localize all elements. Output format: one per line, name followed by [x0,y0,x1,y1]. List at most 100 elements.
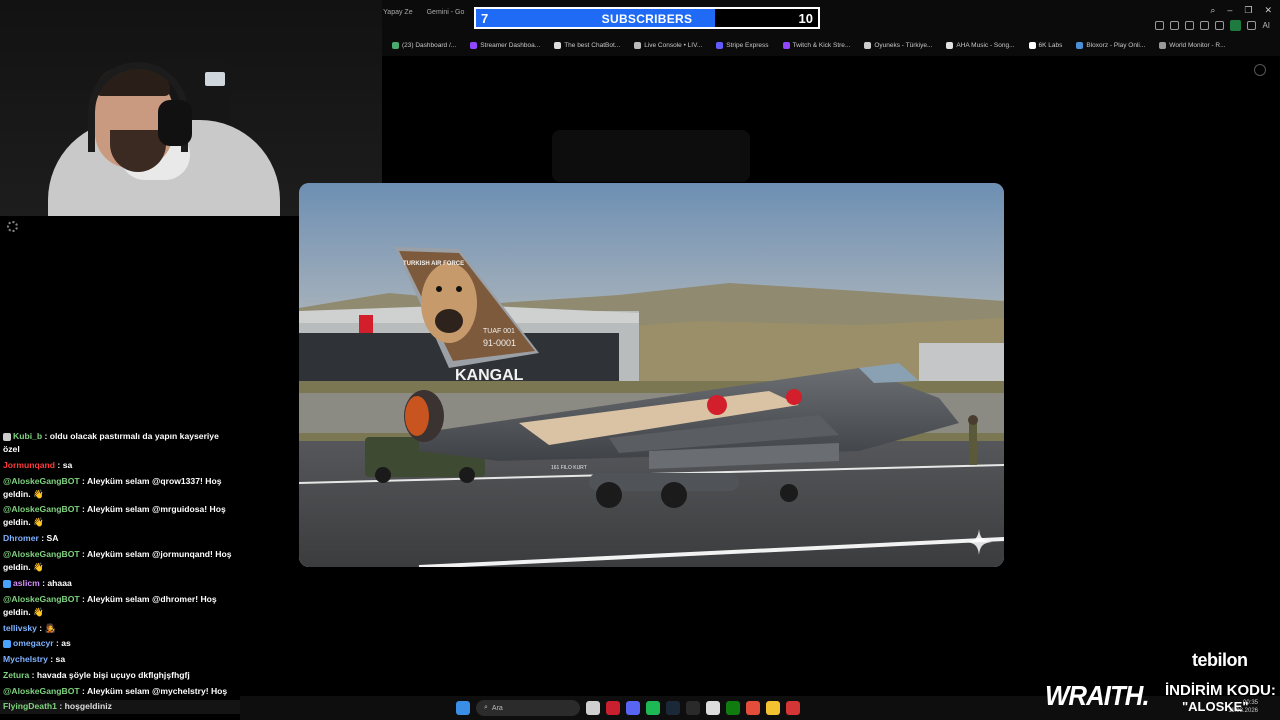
chat-username[interactable]: Kubi_b [13,431,42,441]
subscribers-target: 10 [798,11,813,26]
task-view-icon[interactable] [586,701,600,715]
chat-separator: : [79,475,87,486]
bookmark-label: (23) Dashboard /... [402,41,457,49]
chat-username[interactable]: aslicm [13,578,40,588]
chat-message: Jormunqand : sa [0,459,240,472]
chat-message: Dhromer : SA [0,532,240,545]
bookmark-icon [946,41,954,49]
bookmark-icon [634,41,642,49]
chat-username[interactable]: @AloskeGangBOT [3,686,80,696]
chat-separator: : [79,504,87,515]
squadron-text: 161 FILO KURT [551,465,587,471]
bookmark-item[interactable]: Bloxorz - Play Onli... [1076,41,1145,49]
minimize-icon[interactable]: – [1227,5,1232,16]
tail-code-2: 91-0001 [483,338,516,348]
discount-code: "ALOSKE" [1182,699,1249,714]
opera-icon[interactable] [606,701,620,715]
bookmark-label: Oyuneks - Türkiye... [874,41,933,49]
taskbar-icons: ⌕ Ara [456,700,800,716]
chat-username[interactable]: omegacyr [13,638,54,648]
spotify-icon[interactable] [646,701,660,715]
search-icon[interactable]: ⌕ [1210,5,1215,16]
chat-username: FlyingDeath1 [3,701,57,711]
app-red-icon[interactable] [786,701,800,715]
gear-icon[interactable] [7,221,18,232]
bookmark-item[interactable]: Streamer Dashboa... [470,41,541,49]
tail-text: TURKISH AIR FORCE [403,261,464,267]
discord-icon[interactable] [626,701,640,715]
chat-badge-icon [3,432,11,441]
bookmark-icon [1159,41,1167,49]
bookmark-icon [864,41,872,49]
close-icon[interactable]: ✕ [1264,5,1272,16]
zoom-icon[interactable] [1254,64,1266,76]
browser-tab[interactable]: Gemini - Go [427,9,465,16]
maximize-icon[interactable]: ❐ [1244,5,1252,16]
share-icon[interactable] [1170,21,1180,30]
taskbar-search[interactable]: ⌕ Ara [476,700,580,716]
chat-username[interactable]: Jormunqand [3,460,55,470]
bookmark-icon [716,41,724,49]
bookmark-item[interactable]: World Monitor - R... [1159,41,1226,49]
chat-username[interactable]: @AloskeGangBOT [3,504,80,514]
bookmark-icon [392,41,399,49]
heart-icon[interactable] [1200,21,1210,30]
bookmark-icon [554,41,562,49]
chat-username[interactable]: Mychelstry [3,654,48,664]
bookmark-item[interactable]: Twitch & Kick Stre... [782,41,850,49]
bookmark-item[interactable]: AHA Music - Song... [946,41,1015,49]
app-icon[interactable] [706,701,720,715]
sponsor-logo-wraith: WRAITH. [1045,680,1150,711]
chat-username[interactable]: @AloskeGangBOT [3,476,80,486]
search-placeholder: Ara [491,704,503,712]
windows-start-icon[interactable] [456,701,470,715]
discount-code-label: İNDİRİM KODU: [1165,682,1276,699]
bookmark-item[interactable]: (23) Dashboard /... [392,41,457,49]
folder-icon[interactable] [766,701,780,715]
bookmark-item[interactable]: Live Console • LIV... [634,41,703,49]
bookmark-icon [470,41,478,49]
chat-icon[interactable] [1215,21,1225,30]
headset-earcup [158,100,192,146]
chat-badge-icon [3,640,11,649]
chat-text: havada şöyle bişi uçuyo dkflghjşfhgfj [36,670,190,681]
chat-badge-icon [3,579,11,588]
bookmark-item[interactable]: The best ChatBot... [554,41,621,49]
chat-username[interactable]: tellivsky [3,623,37,633]
chat-message: @AloskeGangBOT : Aleyküm selam @qrow1337… [0,475,240,501]
bookmark-label: Streamer Dashboa... [480,41,541,49]
bookmark-item[interactable]: Oyuneks - Türkiye... [864,41,933,49]
profile-icon[interactable] [1230,20,1242,31]
bookmark-label: 6K Labs [1038,41,1063,49]
chat-username[interactable]: @AloskeGangBOT [3,594,80,604]
chat-text: hoşgeldiniz [64,701,112,711]
chat-username[interactable]: Dhromer [3,533,39,543]
chat-text: sa [62,459,73,470]
chat-separator: : [79,549,87,560]
sidebar-icon[interactable] [1247,21,1257,30]
play-icon[interactable] [1185,21,1195,30]
bookmark-item[interactable]: 6K Labs [1028,41,1063,49]
chat-separator: : [55,459,63,470]
epic-games-icon[interactable] [686,701,700,715]
bookmark-item[interactable]: Stripe Express [716,41,769,49]
chat-separator: : [29,670,37,681]
tail-code-1: TUAF 001 [483,328,515,335]
steam-icon[interactable] [666,701,680,715]
subscribers-goal-bar: 7 SUBSCRIBERS 10 [474,7,820,29]
ai-button[interactable]: AI [1262,21,1270,30]
chat-separator: : [42,431,50,441]
chat-separator: : [79,686,87,697]
bookmark-label: The best ChatBot... [564,41,621,49]
chat-username[interactable]: @AloskeGangBOT [3,549,80,559]
bookmark-icon [782,41,790,49]
chat-username[interactable]: Zetura [3,670,29,680]
chat-message: tellivsky : 🧑‍🎤 [0,622,240,635]
xbox-icon[interactable] [726,701,740,715]
extension-icon[interactable] [1155,21,1165,30]
browser-toolbar: AI [1155,20,1270,31]
chrome-icon[interactable] [746,701,760,715]
bookmark-label: Live Console • LIV... [644,41,703,49]
chat-message: @AloskeGangBOT : Aleyküm selam @jormunqa… [0,548,240,574]
bookmark-label: Stripe Express [726,41,769,49]
